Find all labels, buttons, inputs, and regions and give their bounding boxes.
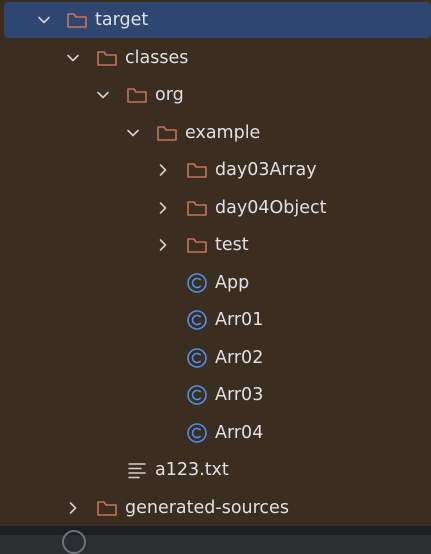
- tree-item-label: target: [95, 10, 149, 30]
- tree-item-arr01[interactable]: Arr01: [0, 302, 431, 338]
- tree-item-label: org: [155, 85, 184, 105]
- tree-item-label: example: [185, 123, 261, 143]
- tree-item-label: Arr02: [215, 348, 264, 368]
- tree-item-arr04[interactable]: Arr04: [0, 415, 431, 451]
- folder-icon: [127, 88, 147, 103]
- chevron-down-icon[interactable]: [94, 86, 112, 104]
- chevron-down-icon[interactable]: [124, 124, 142, 142]
- tree-item-label: classes: [125, 48, 189, 68]
- tree-item-label: day04Object: [215, 198, 327, 218]
- tree-item-arr02[interactable]: Arr02: [0, 340, 431, 376]
- tree-item-label: a123.txt: [155, 460, 229, 480]
- java-class-icon: [187, 310, 207, 330]
- circle-icon: [62, 530, 86, 554]
- folder-icon: [187, 201, 207, 216]
- tree-item-classes[interactable]: classes: [0, 40, 431, 76]
- tree-item-label: App: [215, 273, 250, 293]
- java-class-icon: [187, 385, 207, 405]
- tree-item-label: generated-sources: [125, 498, 289, 518]
- folder-icon: [157, 126, 177, 141]
- chevron-down-icon[interactable]: [64, 49, 82, 67]
- project-tree: target classes org example day03Array da…: [0, 0, 431, 526]
- text-file-icon: [128, 463, 146, 479]
- tree-item-generated-sources[interactable]: generated-sources: [0, 490, 431, 526]
- folder-icon: [187, 163, 207, 178]
- tree-item-arr03[interactable]: Arr03: [0, 377, 431, 413]
- tree-item-example[interactable]: example: [0, 115, 431, 151]
- java-class-icon: [187, 273, 207, 293]
- tree-item-label: test: [215, 235, 249, 255]
- tree-item-org[interactable]: org: [0, 77, 431, 113]
- tree-item-day04object[interactable]: day04Object: [0, 190, 431, 226]
- tree-item-app[interactable]: App: [0, 265, 431, 301]
- tree-item-label: Arr04: [215, 423, 264, 443]
- chevron-right-icon[interactable]: [154, 236, 172, 254]
- tree-item-label: day03Array: [215, 160, 317, 180]
- chevron-down-icon[interactable]: [35, 11, 53, 29]
- java-class-icon: [187, 348, 207, 368]
- folder-icon: [67, 13, 87, 28]
- folder-icon: [187, 238, 207, 253]
- chevron-right-icon[interactable]: [64, 499, 82, 517]
- tree-item-day03array[interactable]: day03Array: [0, 152, 431, 188]
- tree-item-target[interactable]: target: [4, 2, 431, 38]
- chevron-right-icon[interactable]: [154, 161, 172, 179]
- java-class-icon: [187, 423, 207, 443]
- chevron-right-icon[interactable]: [154, 199, 172, 217]
- folder-icon: [97, 501, 117, 516]
- tree-item-a123-txt[interactable]: a123.txt: [0, 452, 431, 488]
- tree-item-label: Arr03: [215, 385, 264, 405]
- folder-icon: [97, 51, 117, 66]
- tree-item-label: Arr01: [215, 310, 264, 330]
- tree-item-test[interactable]: test: [0, 227, 431, 263]
